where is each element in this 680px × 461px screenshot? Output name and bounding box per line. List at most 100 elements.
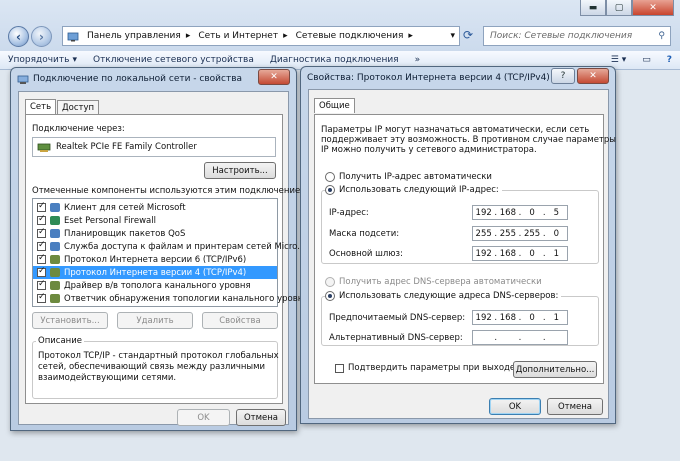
search-input[interactable]: Поиск: Сетевые подключения ⚲ (483, 26, 671, 46)
manual-ip-option[interactable]: Использовать следующий IP-адрес: (325, 185, 502, 195)
back-button[interactable]: ‹ (8, 26, 29, 47)
manual-ip-label: Использовать следующий IP-адрес: (339, 185, 499, 195)
breadcrumb-connections[interactable]: Сетевые подключения ▸ (292, 31, 417, 41)
gateway-label: Основной шлюз: (329, 249, 403, 259)
components-list[interactable]: Клиент для сетей Microsoft Eset Personal … (32, 198, 308, 307)
ip-octet: 192 (475, 312, 492, 323)
cancel-button[interactable]: Отмена (547, 398, 603, 415)
breadcrumb-label: Панель управления (87, 31, 181, 41)
component-item[interactable]: Протокол Интернета версии 4 (TCP/IPv4) (33, 266, 277, 279)
component-item[interactable]: Служба доступа к файлам и принтерам сете… (33, 240, 305, 253)
validate-option[interactable]: Подтвердить параметры при выходе (335, 363, 515, 373)
description-line: Протокол TCP/IP - стандартный протокол г… (38, 351, 279, 361)
diagnose-button[interactable]: Диагностика подключения (262, 55, 407, 65)
tab-general[interactable]: Общие (314, 98, 355, 113)
ipv4-client: Общие Параметры IP могут назначаться авт… (308, 89, 616, 419)
component-checkbox[interactable] (37, 227, 46, 238)
preview-pane-icon[interactable]: ▭ (634, 55, 659, 65)
component-icon (50, 255, 60, 264)
button-label: Настроить... (212, 165, 268, 176)
auto-ip-radio[interactable] (325, 172, 335, 182)
ip-octet: 0 (529, 207, 535, 218)
intro-line: IP можно получить у сетевого администрат… (321, 145, 537, 155)
breadcrumb-control-panel[interactable]: Панель управления ▸ (83, 31, 194, 41)
maximize-button[interactable]: ▢ (606, 0, 632, 16)
button-label: Установить... (40, 315, 100, 326)
window-title: Подключение по локальной сети - свойства (33, 74, 243, 84)
ip-octet: 192 (475, 207, 492, 218)
view-options-icon[interactable]: ☰ ▾ (603, 55, 634, 65)
cancel-button[interactable]: Отмена (236, 409, 286, 426)
history-dropdown-icon[interactable]: ▾ (446, 31, 459, 41)
ip-octet: 1 (553, 312, 560, 323)
manual-dns-option[interactable]: Использовать следующие адреса DNS-сервер… (325, 291, 562, 301)
organize-menu[interactable]: Упорядочить ▾ (0, 55, 85, 65)
component-checkbox[interactable] (37, 214, 46, 225)
component-checkbox[interactable] (37, 253, 46, 264)
help-button[interactable]: ? (551, 68, 575, 84)
component-item[interactable]: Протокол Интернета версии 6 (TCP/IPv6) (33, 253, 277, 266)
close-button[interactable]: ✕ (632, 0, 674, 16)
tab-label: Доступ (62, 103, 95, 113)
refresh-icon[interactable]: ⟳ (463, 28, 473, 42)
component-checkbox[interactable] (37, 266, 46, 277)
ip-octet: 255 (499, 228, 516, 239)
manual-dns-label: Использовать следующие адреса DNS-сервер… (339, 291, 559, 301)
network-card-icon (37, 143, 51, 152)
auto-dns-option[interactable]: Получить адрес DNS-сервера автоматически (325, 277, 542, 287)
component-icon (50, 242, 60, 251)
component-label: Планировщик пакетов QoS (64, 228, 186, 239)
chevron-right-icon: ▸ (185, 31, 191, 41)
component-icon (50, 229, 60, 238)
close-button[interactable]: ✕ (577, 68, 609, 84)
preferred-dns-field[interactable]: 192. 168. 0. 1 (472, 310, 568, 325)
install-button[interactable]: Установить... (32, 312, 108, 329)
address-bar[interactable]: Панель управления ▸ Сеть и Интернет ▸ Сете… (62, 26, 460, 46)
network-folder-icon (63, 31, 83, 42)
properties-button[interactable]: Свойства (202, 312, 278, 329)
manual-ip-radio[interactable] (325, 185, 335, 195)
remove-button[interactable]: Удалить (117, 312, 193, 329)
forward-button[interactable]: › (31, 26, 52, 47)
alternate-dns-field[interactable]: . . . (472, 330, 568, 345)
breadcrumb-network[interactable]: Сеть и Интернет ▸ (194, 31, 291, 41)
configure-button[interactable]: Настроить... (204, 162, 276, 179)
ok-button[interactable]: OK (177, 409, 230, 426)
component-item[interactable]: Eset Personal Firewall (33, 214, 277, 227)
validate-checkbox[interactable] (335, 363, 344, 373)
ip-address-field[interactable]: 192. 168. 0. 5 (472, 205, 568, 220)
ok-button[interactable]: OK (489, 398, 541, 415)
disable-device-button[interactable]: Отключение сетевого устройства (85, 55, 262, 65)
intro-line: Параметры IP могут назначаться автоматич… (321, 125, 590, 135)
button-label: » (414, 55, 421, 65)
ip-octet: 0 (553, 228, 560, 239)
component-checkbox[interactable] (37, 201, 46, 212)
close-button[interactable]: ✕ (258, 69, 290, 85)
breadcrumb-label: Сетевые подключения (295, 31, 404, 41)
minimize-button[interactable]: ▬ (580, 0, 606, 16)
component-item[interactable]: Клиент для сетей Microsoft (33, 201, 277, 214)
alternate-dns-label: Альтернативный DNS-сервер: (329, 333, 463, 343)
component-item[interactable]: Ответчик обнаружения топологии канальног… (33, 292, 308, 305)
gateway-field[interactable]: 192. 168. 0. 1 (472, 246, 568, 261)
network-tab-panel: Подключение через: Realtek PCIe FE Famil… (25, 114, 310, 404)
component-item[interactable]: Планировщик пакетов QoS (33, 227, 277, 240)
search-icon: ⚲ (658, 31, 665, 41)
component-item[interactable]: Драйвер в/в тополога канального уровня (33, 279, 277, 292)
more-commands-button[interactable]: » (407, 55, 429, 65)
auto-ip-option[interactable]: Получить IP-адрес автоматически (325, 172, 492, 182)
ip-address-label: IP-адрес: (329, 208, 369, 218)
tab-label: Сеть (30, 102, 52, 112)
auto-dns-radio[interactable] (325, 277, 335, 287)
component-checkbox[interactable] (37, 292, 46, 303)
manual-dns-radio[interactable] (325, 291, 335, 301)
auto-dns-label: Получить адрес DNS-сервера автоматически (339, 277, 542, 287)
chevron-right-icon: ▸ (283, 31, 288, 41)
component-checkbox[interactable] (37, 240, 46, 251)
help-icon[interactable]: ? (659, 55, 680, 65)
advanced-button[interactable]: Дополнительно... (513, 361, 597, 378)
tab-network[interactable]: Сеть (25, 99, 57, 114)
tab-sharing[interactable]: Доступ (57, 100, 100, 115)
component-checkbox[interactable] (37, 279, 46, 290)
subnet-mask-field[interactable]: 255. 255. 255. 0 (472, 226, 568, 241)
